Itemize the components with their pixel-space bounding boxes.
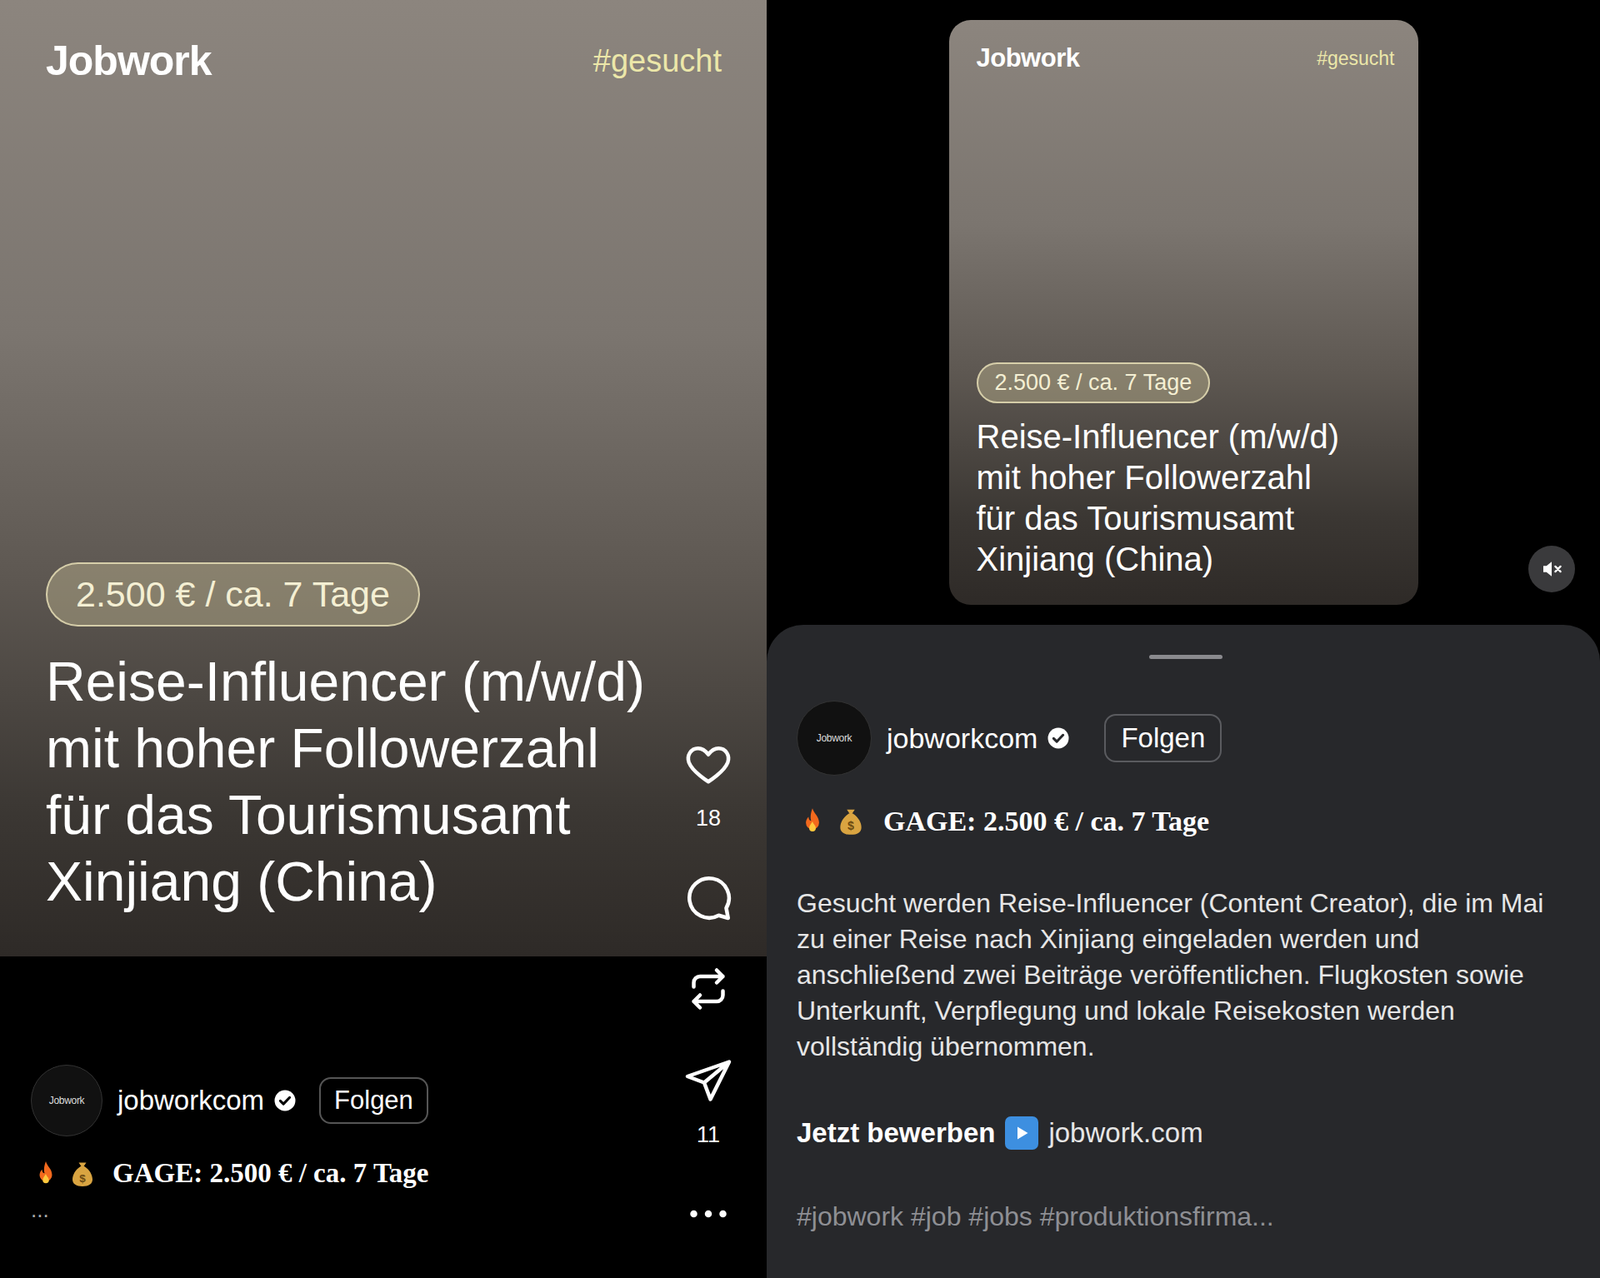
- headline-line: Reise-Influencer (m/w/d): [45, 648, 645, 715]
- more-icon[interactable]: [683, 1189, 734, 1240]
- verified-icon: [272, 1088, 298, 1114]
- caption-title: GAGE: 2.500 € / ca. 7 Tage: [883, 805, 1210, 838]
- details-sheet: Jobwork jobworkcom Folgen $ GAGE: 2.500 € / …: [766, 625, 1600, 1278]
- action-item[interactable]: [683, 1189, 734, 1240]
- action-item[interactable]: [683, 872, 734, 923]
- headline: Reise-Influencer (m/w/d)mit hoher Follow…: [976, 416, 1340, 580]
- account-row: Jobwork jobworkcom Folgen: [30, 1065, 767, 1137]
- caption-title: GAGE: 2.500 € / ca. 7 Tage: [112, 1158, 430, 1190]
- account-avatar[interactable]: Jobwork: [30, 1065, 103, 1137]
- money-bag-icon: $: [67, 1159, 98, 1190]
- headline-line: mit hoher Followerzahl: [976, 457, 1340, 499]
- media-header: Jobwork #gesucht: [976, 43, 1395, 74]
- repost-icon[interactable]: [683, 964, 734, 1015]
- media-caption: 2.500 € / ca. 7 Tage Reise-Influencer (m/…: [976, 362, 1395, 580]
- media-header: Jobwork #gesucht: [45, 36, 722, 85]
- action-item[interactable]: 11: [683, 1055, 734, 1148]
- apply-label: Jetzt bewerben: [796, 1117, 995, 1150]
- action-item[interactable]: 18: [683, 739, 734, 831]
- post-view: Jobwork #gesucht 2.500 € / ca. 7 Tage Reise…: [0, 0, 767, 1278]
- svg-text:$: $: [847, 819, 855, 833]
- caption: $ GAGE: 2.500 € / ca. 7 Tage: [796, 805, 1575, 838]
- headline-line: Xinjiang (China): [45, 848, 645, 915]
- fire-icon: [30, 1159, 61, 1190]
- action-bar: 1811: [678, 739, 739, 1240]
- post-media[interactable]: Jobwork #gesucht 2.500 € / ca. 7 Tage Reise…: [0, 0, 767, 957]
- apply-link[interactable]: jobwork.com: [1048, 1117, 1203, 1150]
- hashtags[interactable]: #jobwork #job #jobs #produktionsfirma...: [796, 1201, 1575, 1233]
- brand-logo: Jobwork: [45, 36, 212, 85]
- follow-button[interactable]: Folgen: [1104, 714, 1222, 763]
- headline-line: Xinjiang (China): [976, 539, 1340, 580]
- action-item[interactable]: [683, 964, 734, 1015]
- svg-text:$: $: [79, 1171, 86, 1185]
- apply-row: Jetzt bewerben jobwork.com: [796, 1116, 1575, 1150]
- action-count: 11: [696, 1122, 720, 1148]
- send-icon[interactable]: [683, 1055, 734, 1106]
- post-media-thumbnail[interactable]: Jobwork #gesucht 2.500 € / ca. 7 Tage Reise…: [949, 20, 1419, 605]
- post-meta: Jobwork jobworkcom Folgen $ GAGE: 2.500 € / …: [0, 956, 767, 1224]
- hashtag-label: #gesucht: [1316, 47, 1395, 70]
- headline-line: Reise-Influencer (m/w/d): [976, 416, 1340, 458]
- screen: Jobwork #gesucht 2.500 € / ca. 7 Tage Reise…: [0, 0, 1600, 1278]
- account-name[interactable]: jobworkcom: [886, 722, 1038, 755]
- brand-logo: Jobwork: [976, 43, 1080, 74]
- account-row: Jobwork jobworkcom Folgen: [796, 700, 1575, 776]
- verified-icon: [1045, 725, 1071, 751]
- fire-icon: [796, 805, 829, 838]
- media-caption: 2.500 € / ca. 7 Tage Reise-Influencer (m/…: [45, 562, 722, 915]
- sheet-handle[interactable]: [1149, 655, 1223, 660]
- fee-pill: 2.500 € / ca. 7 Tage: [45, 562, 420, 627]
- hashtag-label: #gesucht: [593, 43, 722, 80]
- heart-icon[interactable]: [683, 739, 734, 790]
- caption: $ GAGE: 2.500 € / ca. 7 Tage: [30, 1158, 767, 1190]
- account-avatar[interactable]: Jobwork: [796, 700, 872, 776]
- speaker-muted-icon[interactable]: [1539, 556, 1565, 582]
- account-name[interactable]: jobworkcom: [117, 1085, 265, 1117]
- caption-more[interactable]: ...: [30, 1197, 767, 1224]
- headline-line: für das Tourismusamt: [45, 781, 645, 849]
- detail-view: Jobwork #gesucht 2.500 € / ca. 7 Tage Reise…: [766, 0, 1600, 1278]
- play-icon: [1005, 1116, 1039, 1150]
- money-bag-icon: $: [835, 805, 867, 838]
- mute-button[interactable]: [1528, 545, 1575, 593]
- headline-line: mit hoher Followerzahl: [45, 715, 645, 782]
- headline-line: für das Tourismusamt: [976, 498, 1340, 540]
- headline: Reise-Influencer (m/w/d)mit hoher Follow…: [45, 648, 645, 915]
- follow-button[interactable]: Folgen: [319, 1077, 429, 1125]
- comment-icon[interactable]: [683, 872, 734, 923]
- action-count: 18: [695, 805, 721, 831]
- fee-pill: 2.500 € / ca. 7 Tage: [976, 362, 1211, 404]
- description: Gesucht werden Reise-Influencer (Content…: [796, 885, 1572, 1065]
